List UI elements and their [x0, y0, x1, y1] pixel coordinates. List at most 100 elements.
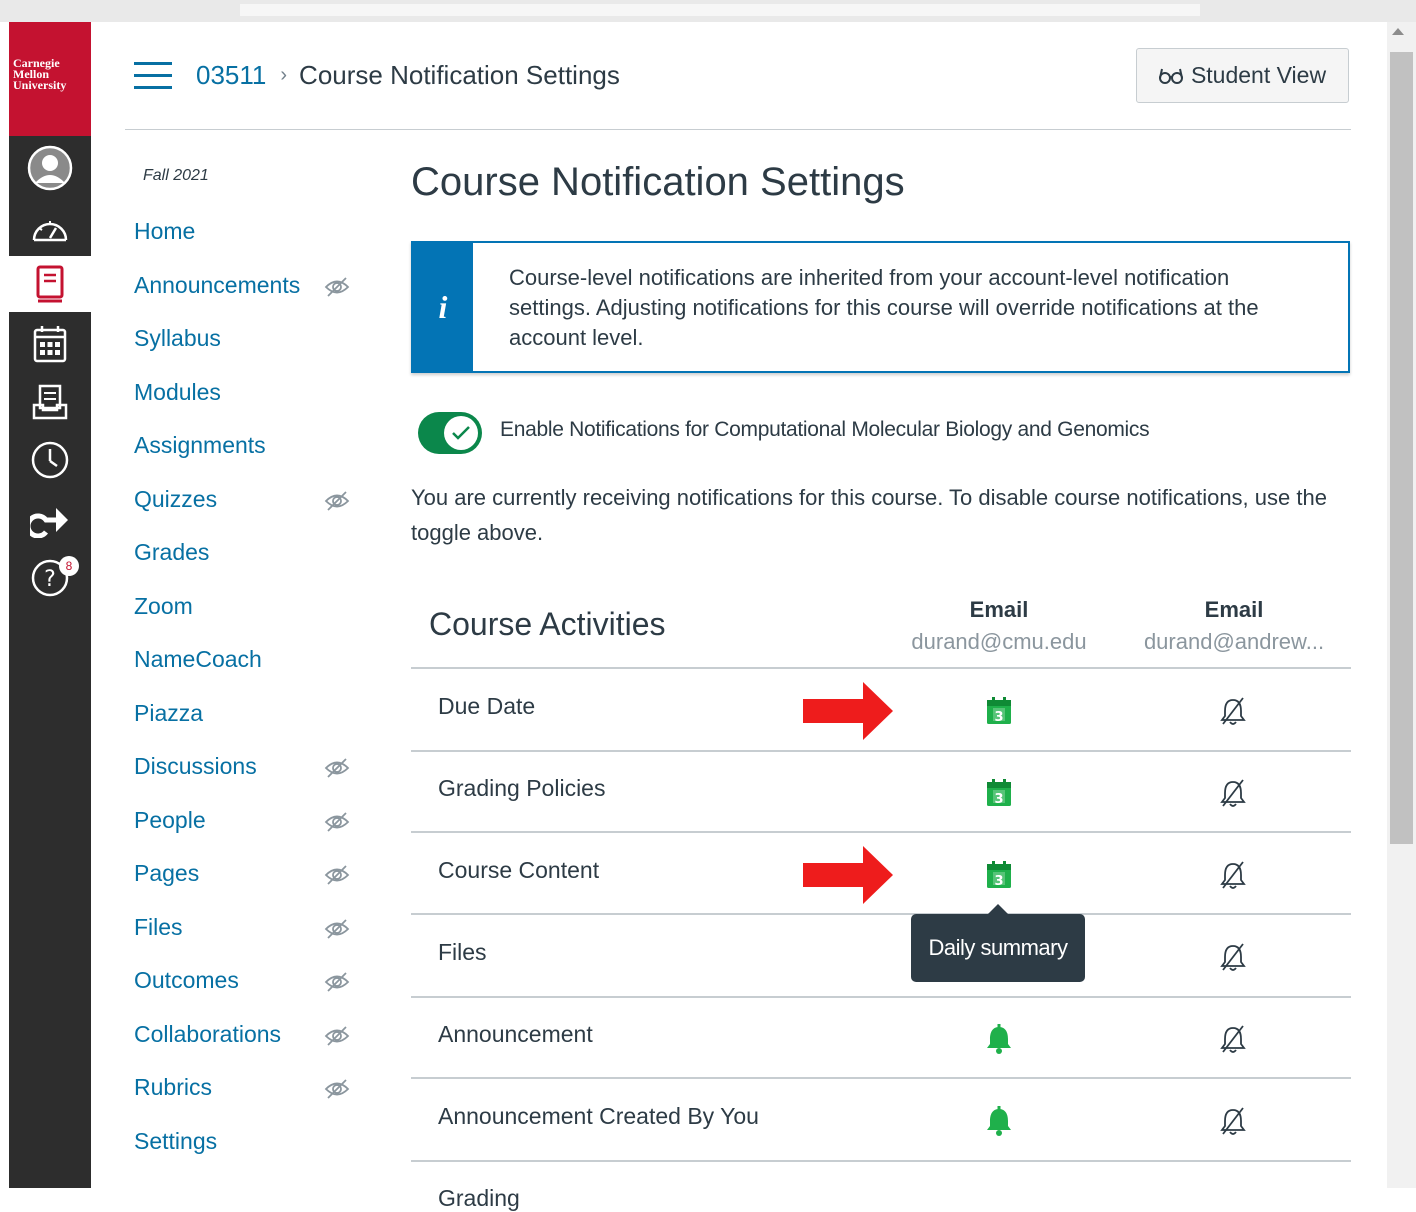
scrollbar-thumb[interactable] [1390, 52, 1413, 844]
course-nav-item-namecoach[interactable]: NameCoach [134, 646, 262, 673]
info-alert-text: Course-level notifications are inherited… [509, 265, 1259, 350]
bell-icon [983, 1023, 1015, 1055]
global-nav: Carnegie Mellon University ? 8 [9, 22, 91, 1188]
row-label: Grading [438, 1185, 520, 1211]
course-nav-item-quizzes[interactable]: Quizzes [134, 486, 217, 513]
logo-line-3: University [13, 78, 67, 92]
hidden-from-students-icon [324, 1025, 350, 1052]
column-header-type: Email [969, 597, 1029, 622]
bell-off-icon [1217, 777, 1249, 809]
course-nav-item-discussions[interactable]: Discussions [134, 753, 257, 780]
course-activities-heading: Course Activities [429, 606, 666, 642]
course-nav-item-home[interactable]: Home [134, 218, 195, 245]
global-nav-dashboard[interactable] [9, 202, 91, 258]
toggle-knob [444, 416, 478, 450]
daily-summary-tooltip: Daily summary [911, 904, 1085, 982]
calendar-icon [33, 326, 67, 363]
glasses-icon [1158, 68, 1183, 84]
notifications-off-button[interactable] [1213, 691, 1253, 731]
course-nav-item-settings[interactable]: Settings [134, 1128, 217, 1155]
course-nav-item-people[interactable]: People [134, 807, 206, 834]
column-header-address: durand@andrew... [1143, 629, 1325, 654]
help-notification-badge: 8 [59, 556, 79, 576]
bell-button[interactable] [979, 1019, 1019, 1059]
row-label: Grading Policies [438, 775, 606, 801]
bell-off-icon [1217, 859, 1249, 891]
bell-icon [983, 1105, 1015, 1137]
notifications-off-button[interactable] [1213, 1019, 1253, 1059]
daily-summary-calendar-icon: 3 [985, 696, 1013, 726]
left-edge [0, 22, 9, 1188]
global-nav-inbox[interactable] [9, 374, 91, 430]
hidden-from-students-icon [324, 918, 350, 945]
course-nav-item-outcomes[interactable]: Outcomes [134, 967, 239, 994]
hidden-from-students-icon [324, 276, 350, 303]
row-label: Due Date [438, 693, 536, 719]
course-nav-item-collaborations[interactable]: Collaborations [134, 1021, 281, 1048]
hamburger-line [134, 86, 172, 89]
table-row-divider [411, 913, 1351, 915]
notifications-off-button[interactable] [1213, 1101, 1253, 1141]
global-nav-commons[interactable] [9, 492, 91, 548]
hidden-from-students-icon [324, 757, 350, 784]
row-label: Announcement [438, 1021, 593, 1047]
enable-notifications-label: Enable Notifications for Computational M… [500, 418, 1150, 441]
inbox-icon [32, 384, 68, 420]
bell-off-icon [1217, 1105, 1249, 1137]
hidden-from-students-icon [324, 490, 350, 517]
breadcrumb: 03511 › Course Notification Settings [196, 60, 620, 91]
course-nav-item-pages[interactable]: Pages [134, 860, 199, 887]
daily-summary-calendar-icon: 3 [985, 860, 1013, 890]
speedometer-icon [32, 221, 68, 242]
svg-text:?: ? [44, 567, 56, 592]
daily-summary-calendar-button[interactable]: 3 [979, 855, 1019, 895]
bell-off-icon [1217, 1023, 1249, 1055]
university-logo[interactable]: Carnegie Mellon University [9, 22, 91, 136]
global-nav-help[interactable]: ? [9, 550, 91, 606]
global-nav-calendar[interactable] [9, 316, 91, 372]
book-icon [36, 265, 64, 303]
row-label: Announcement Created By You [438, 1103, 759, 1129]
checkmark-icon [452, 426, 470, 440]
svg-text:3: 3 [994, 710, 1003, 725]
daily-summary-calendar-button[interactable]: 3 [979, 691, 1019, 731]
notifications-off-button[interactable] [1213, 773, 1253, 813]
course-menu-toggle-button[interactable] [134, 62, 172, 90]
column-header-address: durand@cmu.edu [911, 629, 1087, 654]
course-nav-item-announcements[interactable]: Announcements [134, 272, 300, 299]
course-nav-item-assignments[interactable]: Assignments [134, 432, 266, 459]
course-nav-item-rubrics[interactable]: Rubrics [134, 1074, 212, 1101]
enable-notifications-toggle[interactable] [418, 412, 482, 454]
breadcrumb-chevron-icon: › [280, 64, 288, 86]
column-header-type: Email [1204, 597, 1264, 622]
table-row-divider [411, 1077, 1351, 1079]
daily-summary-calendar-icon: 3 [985, 778, 1013, 808]
course-nav-item-piazza[interactable]: Piazza [134, 700, 203, 727]
scroll-up-arrow-icon[interactable] [1392, 28, 1404, 35]
global-nav-courses[interactable] [9, 256, 91, 312]
global-nav-history[interactable] [9, 432, 91, 488]
course-nav-item-modules[interactable]: Modules [134, 379, 221, 406]
bell-button[interactable] [979, 1101, 1019, 1141]
course-nav-item-grades[interactable]: Grades [134, 539, 209, 566]
student-view-label: Student View [1190, 62, 1327, 88]
notifications-off-button[interactable] [1213, 937, 1253, 977]
course-nav-item-syllabus[interactable]: Syllabus [134, 325, 221, 352]
svg-text:3: 3 [994, 792, 1003, 807]
breadcrumb-course-link[interactable]: 03511 [196, 60, 266, 91]
info-alert: i Course-level notifications are inherit… [411, 241, 1350, 373]
hamburger-line [134, 62, 172, 65]
course-nav-item-zoom[interactable]: Zoom [134, 593, 193, 620]
student-view-button[interactable]: Student View [1136, 48, 1349, 103]
red-arrow-annotation-icon [803, 682, 893, 745]
course-nav-item-files[interactable]: Files [134, 914, 183, 941]
column-header-email-1: Email durand@cmu.edu [884, 597, 1114, 655]
daily-summary-calendar-button[interactable]: 3 [979, 773, 1019, 813]
browser-top-fade [240, 4, 1200, 16]
global-nav-account[interactable] [9, 140, 91, 196]
browser-top-strip [0, 0, 1416, 22]
svg-text:3: 3 [994, 874, 1003, 889]
column-header-email-2: Email durand@andrew... [1119, 597, 1349, 655]
notifications-off-button[interactable] [1213, 855, 1253, 895]
hidden-from-students-icon [324, 971, 350, 998]
